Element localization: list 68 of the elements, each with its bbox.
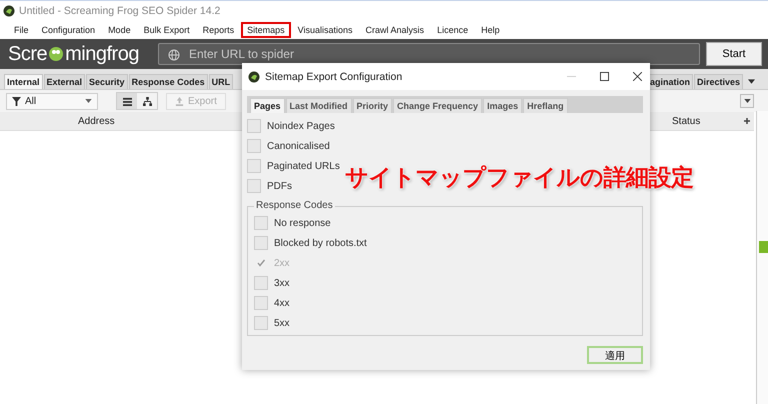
checkbox[interactable] (254, 296, 268, 310)
checkbox-label: 2xx (274, 258, 290, 268)
menu-item[interactable]: Visualisations (292, 22, 359, 38)
checkbox[interactable] (247, 119, 261, 133)
menu-item[interactable]: Crawl Analysis (360, 22, 430, 38)
window-title: Untitled - Screaming Frog SEO Spider 14.2 (19, 5, 220, 17)
tab[interactable]: External (44, 74, 86, 89)
checkbox[interactable] (254, 276, 268, 290)
tree-icon (142, 96, 152, 106)
maximize-icon[interactable] (600, 72, 609, 81)
menu-item[interactable]: Reports (196, 22, 240, 38)
checkbox[interactable] (254, 316, 268, 330)
url-field[interactable]: Enter URL to spider (158, 43, 700, 65)
checkbox-label: No response (274, 218, 331, 228)
tab[interactable]: Priority (352, 98, 392, 113)
menu-item[interactable]: Bulk Export (138, 22, 196, 38)
start-button[interactable]: Start (706, 42, 762, 66)
checkbox-label: Canonicalised (267, 140, 330, 152)
dropdown[interactable] (740, 94, 754, 108)
menu-item[interactable]: Sitemaps (241, 22, 291, 38)
list-view-button[interactable] (117, 93, 137, 109)
tab[interactable]: Response Codes (128, 74, 208, 89)
dialog-title: Sitemap Export Configuration (265, 70, 404, 82)
add-column-icon[interactable] (743, 117, 751, 125)
checkbox[interactable] (247, 139, 261, 153)
tab[interactable]: Security (86, 74, 128, 89)
caret-icon (744, 99, 750, 103)
tab[interactable]: Internal (4, 74, 43, 89)
apply-button[interactable]: 適用 (587, 346, 643, 364)
checkbox-label: Paginated URLs (267, 160, 340, 172)
checkbox-label: Blocked by robots.txt (274, 238, 367, 248)
column-header[interactable]: Address (78, 116, 115, 126)
globe-icon (168, 49, 180, 61)
tab[interactable]: Last Modified (286, 98, 352, 113)
checkbox-label: 3xx (274, 278, 290, 288)
filter-dropdown[interactable]: All (6, 92, 98, 110)
checkbox[interactable] (247, 159, 261, 173)
menu-item[interactable]: Mode (102, 22, 137, 38)
menu-item[interactable]: Licence (431, 22, 474, 38)
checkbox-label: Noindex Pages (267, 120, 335, 132)
tab[interactable]: Hreflang (523, 98, 568, 113)
dropdown-caret-icon[interactable] (748, 79, 755, 84)
check-icon (256, 258, 266, 268)
menu-item[interactable]: Configuration (36, 22, 102, 38)
checkbox[interactable] (254, 216, 268, 230)
group-legend: Response Codes (254, 200, 335, 211)
tab[interactable]: Change Frequency (393, 98, 482, 113)
filter-icon (12, 96, 21, 106)
column-header[interactable]: Status (672, 116, 700, 126)
tab[interactable]: Images (483, 98, 522, 113)
checkbox[interactable] (247, 179, 261, 193)
frog-icon (3, 5, 15, 17)
list-icon (122, 96, 132, 106)
checkbox[interactable] (254, 236, 268, 250)
caret-icon (85, 99, 92, 103)
annotation-caption: サイトマップファイルの詳細設定 (345, 164, 694, 193)
menu-item[interactable]: Help (475, 22, 506, 38)
checkbox-label: 5xx (274, 318, 290, 328)
checkbox-label: PDFs (267, 180, 292, 192)
tab[interactable]: URL (208, 74, 234, 89)
frog-icon (248, 70, 260, 82)
menu-item[interactable]: File (8, 22, 35, 38)
tab[interactable]: Pages (250, 98, 285, 113)
logo: Scre mingfrog (8, 42, 140, 66)
upload-icon (175, 96, 184, 106)
tab[interactable]: Directives (694, 74, 743, 89)
checkbox-label: 4xx (274, 298, 290, 308)
close-icon[interactable] (633, 72, 642, 81)
